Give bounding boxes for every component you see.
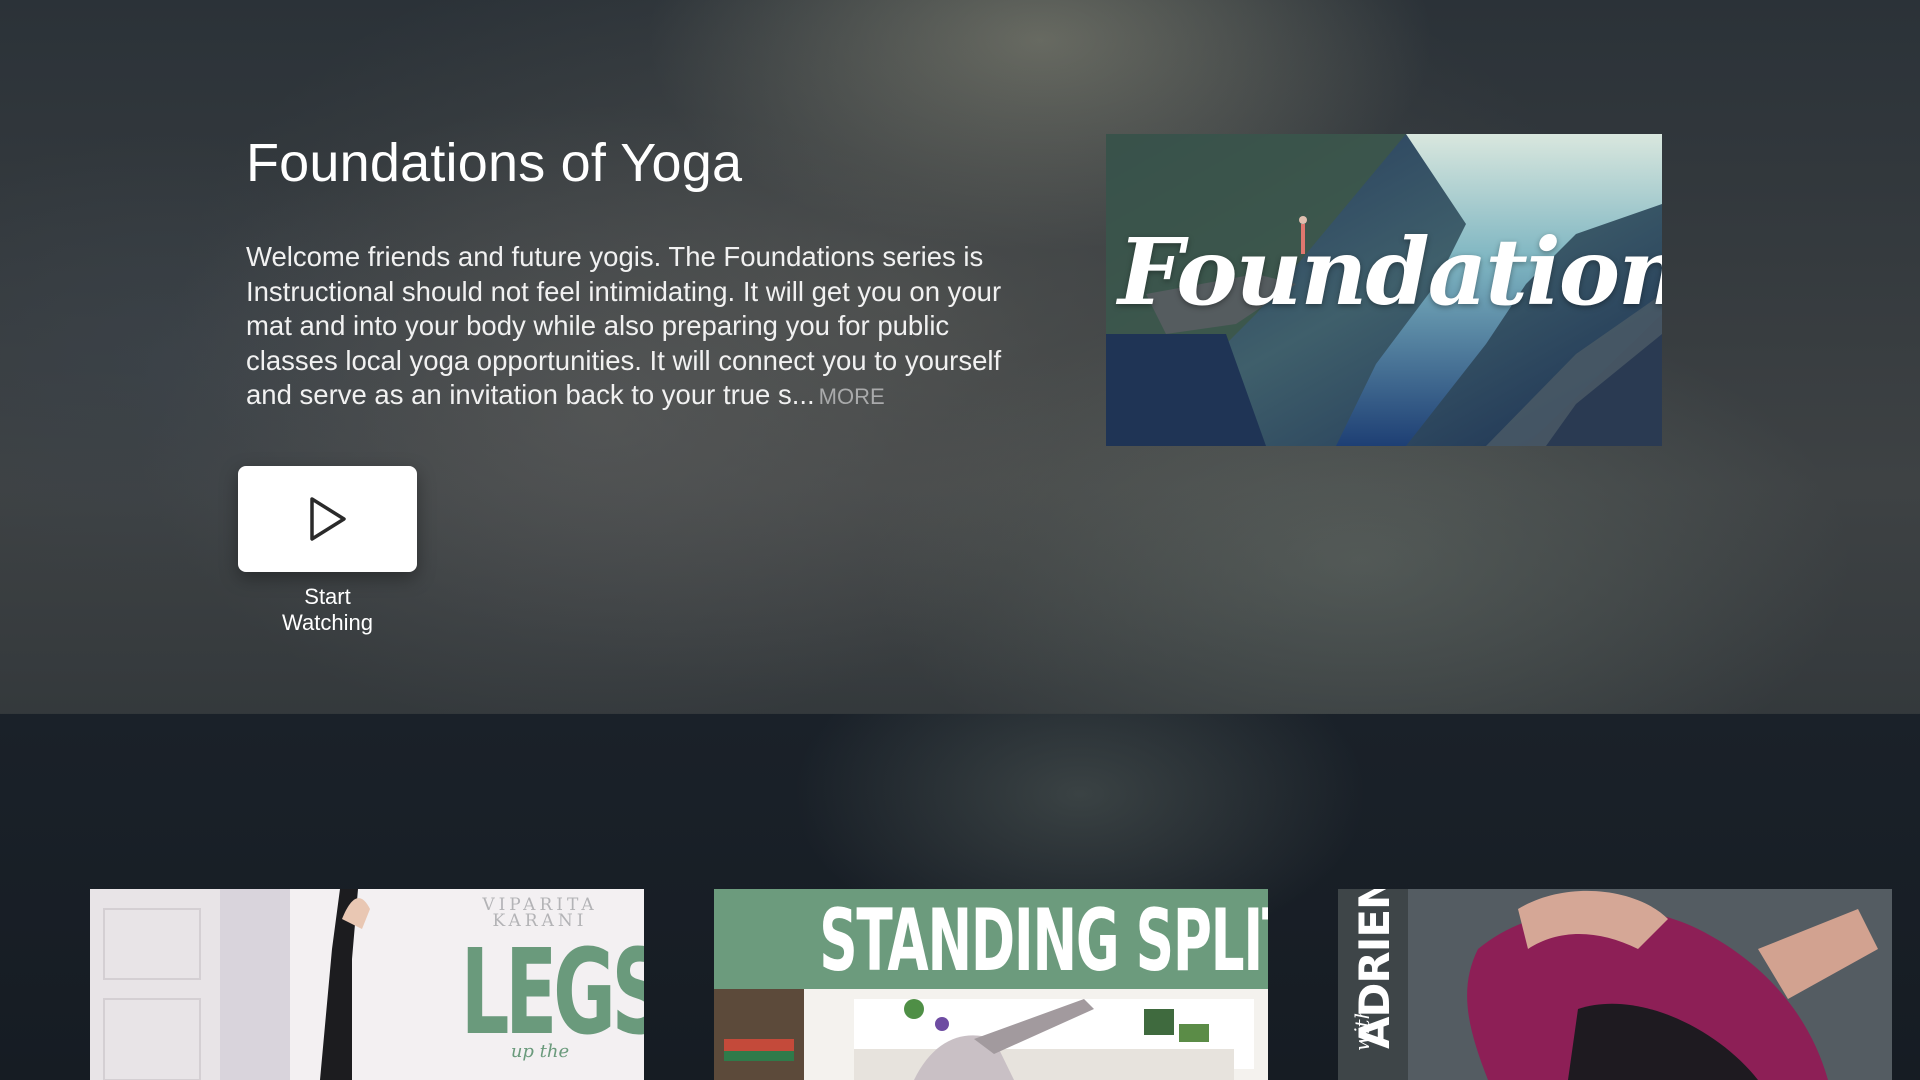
play-icon — [309, 497, 346, 541]
page-title: Foundations of Yoga — [246, 133, 743, 193]
shelf-item-yoga-with-adriene[interactable]: with ADRIENE — [1338, 889, 1892, 1080]
yoga-with-adriene-thumbnail — [1338, 889, 1892, 1080]
standing-splits-title: STANDING SPLITS — [819, 891, 1268, 991]
series-description: Welcome friends and future yogis. The Fo… — [246, 240, 1046, 415]
shelf-item-standing-splits[interactable]: STANDING SPLITS — [714, 889, 1268, 1080]
start-watching-button[interactable] — [238, 466, 417, 572]
tv-app-screen: Foundations of Yoga Welcome friends and … — [0, 0, 1920, 1080]
description-text: Welcome friends and future yogis. The Fo… — [246, 241, 1002, 410]
legs-up-wall-subtitle-sub: up the — [510, 1041, 570, 1062]
more-link[interactable]: MORE — [819, 384, 885, 409]
series-poster: Foundations — [1106, 134, 1662, 446]
start-watching-label-line2: Watching — [282, 610, 373, 635]
shelf-item-legs-up-the-wall[interactable]: VIPARITA KARANI LEGS up the — [90, 889, 644, 1080]
adriene-title: ADRIENE — [1350, 889, 1399, 1049]
poster-title: Foundations — [1118, 218, 1662, 326]
start-watching-label: Start Watching — [238, 584, 417, 636]
start-watching-label-line1: Start — [304, 584, 351, 609]
